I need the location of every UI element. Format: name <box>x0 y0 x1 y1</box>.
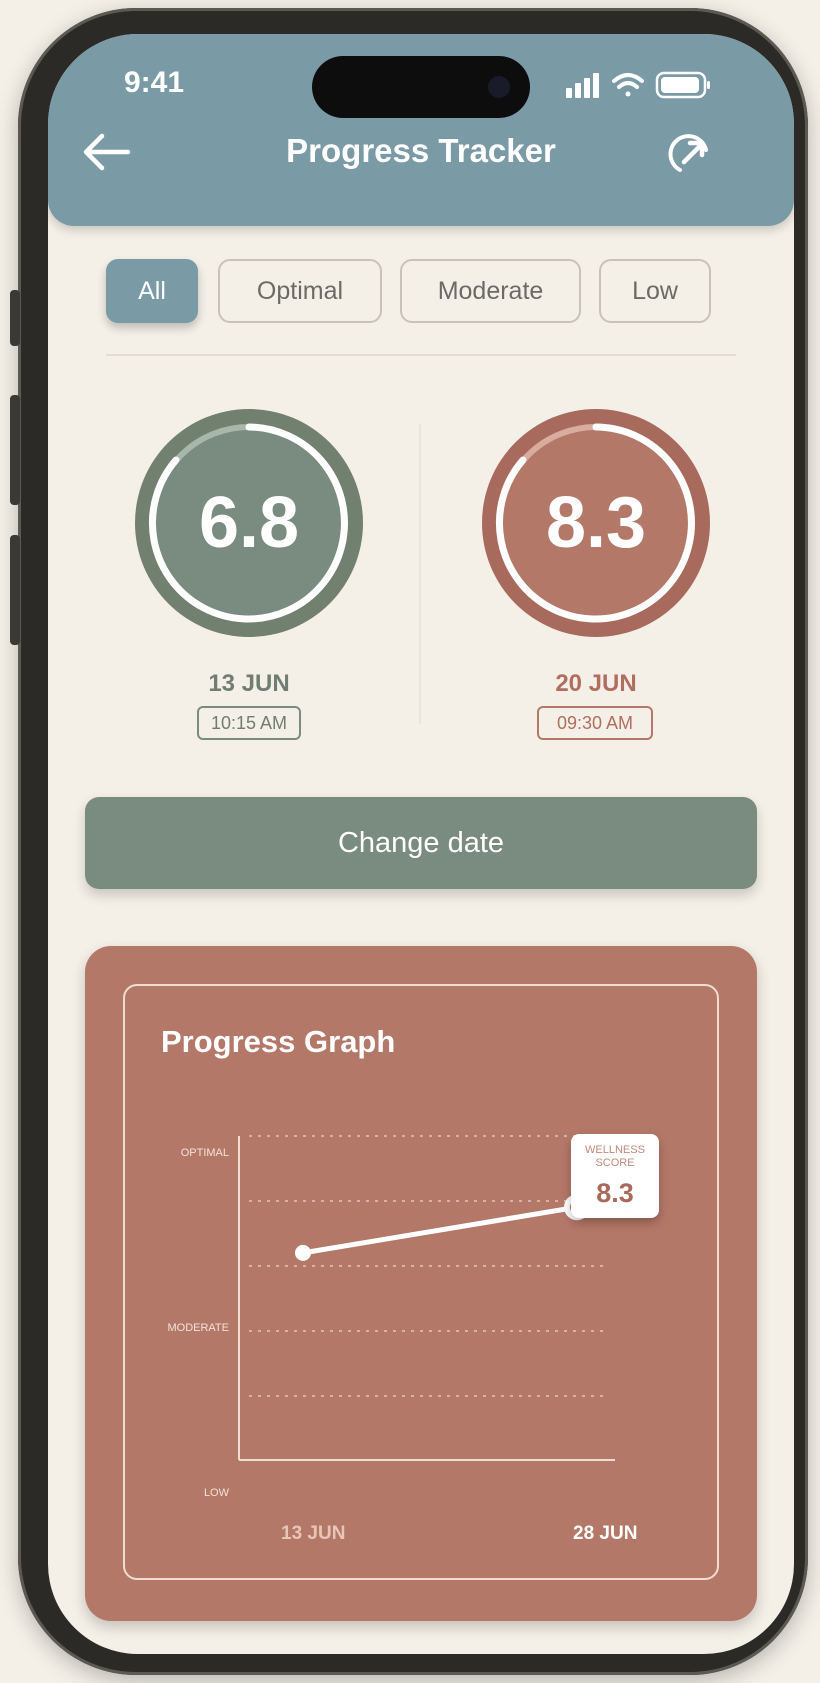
score-value-left: 6.8 <box>198 483 300 563</box>
tab-all[interactable]: All <box>106 259 198 323</box>
tab-optimal[interactable]: Optimal <box>218 259 382 323</box>
progress-graph-frame: Progress Graph OPTIMAL MODERATE LOW 13 J… <box>123 984 719 1580</box>
tab-label: Optimal <box>256 276 344 305</box>
y-label-moderate: MODERATE <box>167 1322 229 1334</box>
tab-label: Moderate <box>437 276 544 305</box>
share-arrow-icon <box>668 134 708 172</box>
tabs-divider <box>106 354 736 356</box>
data-point <box>295 1244 311 1261</box>
phone-volume-up <box>10 395 20 505</box>
score-value-right: 8.3 <box>545 483 647 563</box>
tooltip-label: WELLNESS SCORE <box>585 1144 645 1169</box>
camera-icon <box>488 76 510 98</box>
change-date-button[interactable]: Change date <box>85 797 757 889</box>
phone-volume-down <box>10 535 20 645</box>
change-date-label: Change date <box>337 826 505 859</box>
date-right: 20 JUN <box>555 670 637 697</box>
y-label-low: LOW <box>203 1487 229 1499</box>
score-ring-left: 6.8 <box>134 408 364 638</box>
status-icons <box>566 71 710 99</box>
tab-label: All <box>138 276 166 305</box>
series-line <box>300 1204 580 1256</box>
share-button[interactable] <box>666 130 714 178</box>
x-label-end: 28 JUN <box>573 1523 638 1544</box>
tab-moderate[interactable]: Moderate <box>400 259 581 323</box>
date-left: 13 JUN <box>208 670 290 697</box>
tab-label: Low <box>632 276 678 305</box>
battery-icon <box>655 71 710 99</box>
comparison-divider <box>419 424 421 724</box>
status-time: 9:41 <box>124 66 185 99</box>
wellness-tooltip: WELLNESS SCORE 8.3 <box>571 1134 659 1218</box>
app-header: 9:41 Progress Tracker <box>48 34 794 226</box>
wifi-icon <box>612 73 644 97</box>
signal-icon <box>566 73 599 98</box>
score-ring-right: 8.3 <box>481 408 711 638</box>
phone-mute-switch <box>10 290 20 346</box>
time-right: 09:30 AM <box>537 706 653 740</box>
time-left: 10:15 AM <box>197 706 301 740</box>
phone-screen: 9:41 Progress Tracker All Optimal Modera… <box>48 34 794 1654</box>
tooltip-value: 8.3 <box>596 1178 634 1208</box>
dynamic-island <box>312 56 530 118</box>
tab-low[interactable]: Low <box>599 259 711 323</box>
filter-tabs: All Optimal Moderate Low <box>48 259 794 323</box>
y-label-optimal: OPTIMAL <box>180 1147 229 1159</box>
x-label-start: 13 JUN <box>281 1523 346 1544</box>
progress-graph-card: Progress Graph OPTIMAL MODERATE LOW 13 J… <box>85 946 757 1621</box>
